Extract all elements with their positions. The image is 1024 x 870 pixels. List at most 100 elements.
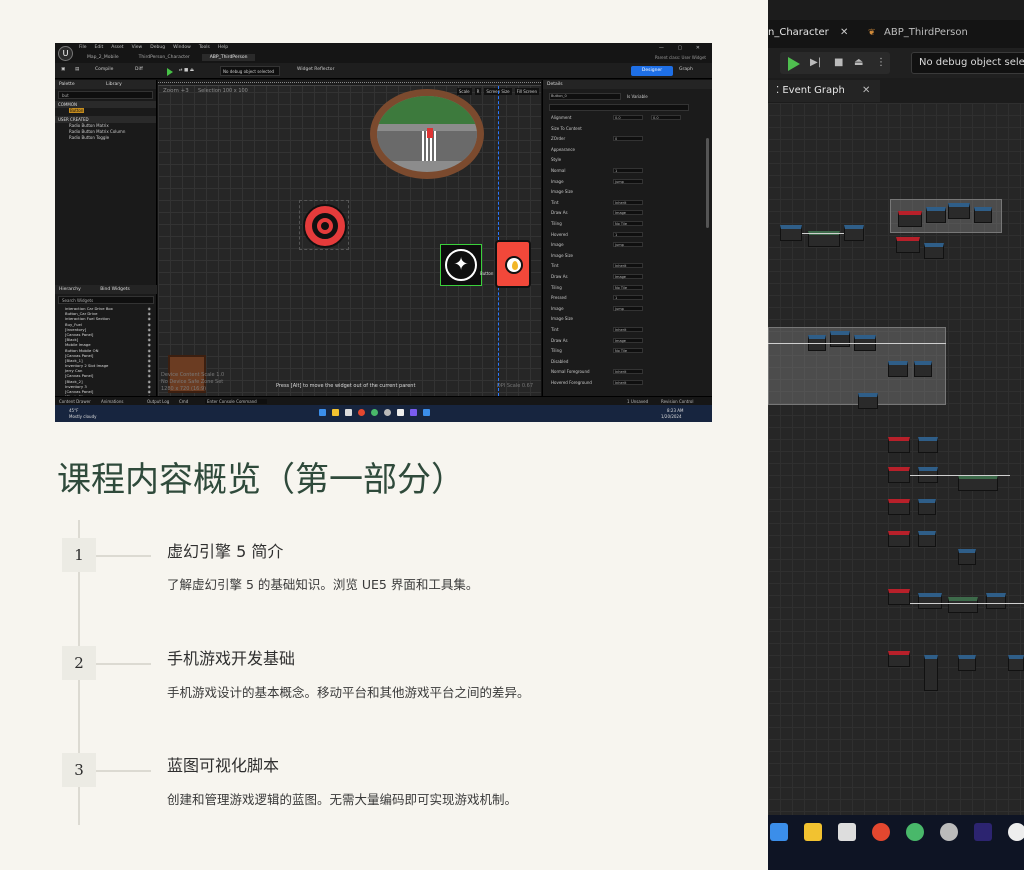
close-icon[interactable]: ✕: [840, 27, 848, 38]
unreal-taskbar-icon[interactable]: [397, 409, 404, 416]
graph-node[interactable]: [844, 225, 864, 241]
debug-object-select-right[interactable]: No debug object select: [911, 52, 1024, 74]
play-icon[interactable]: [788, 57, 800, 71]
menu-tools[interactable]: Tools: [199, 45, 210, 50]
steering-wheel-widget[interactable]: [299, 200, 349, 250]
graph-node[interactable]: [888, 531, 910, 547]
revision-control-button[interactable]: Revision Control: [661, 399, 693, 404]
widget-name-input[interactable]: Button_0: [549, 93, 621, 100]
graph-node[interactable]: [858, 393, 878, 409]
graph-node[interactable]: [974, 207, 992, 223]
details-row-value[interactable]: Image: [613, 337, 643, 343]
graph-node[interactable]: [986, 593, 1006, 609]
details-search-input[interactable]: [549, 104, 689, 111]
browse-icon[interactable]: ▤: [75, 67, 79, 72]
chrome-dev-icon[interactable]: [906, 823, 924, 841]
graph-node[interactable]: [888, 437, 910, 453]
menu-asset[interactable]: Asset: [111, 45, 123, 50]
details-row-value[interactable]: Image: [613, 274, 643, 279]
details-row-value[interactable]: Inherit: [613, 380, 643, 385]
fuel-can-icon[interactable]: [495, 240, 531, 288]
graph-node[interactable]: [830, 331, 850, 347]
graph-node[interactable]: [918, 531, 936, 547]
details-row-value[interactable]: 1: [613, 168, 643, 173]
details-row-value[interactable]: jump: [613, 178, 643, 184]
app-icon[interactable]: [940, 823, 958, 841]
compile-button[interactable]: Compile: [95, 67, 113, 72]
step-icons[interactable]: ⏯ ■ ⏏: [179, 67, 194, 73]
debug-object-select[interactable]: No debug object selected: [220, 66, 280, 76]
graph-button[interactable]: Graph: [679, 67, 693, 72]
graph-node[interactable]: [888, 361, 908, 377]
hierarchy-search-input[interactable]: Search Widgets: [58, 296, 154, 304]
menu-edit[interactable]: Edit: [95, 45, 104, 50]
bind-widgets-tab[interactable]: Bind Widgets: [100, 287, 130, 292]
graph-node[interactable]: [1008, 655, 1024, 671]
graph-node[interactable]: [948, 203, 970, 219]
graph-node[interactable]: [958, 475, 998, 491]
save-icon[interactable]: ▣: [61, 67, 65, 72]
details-row-value[interactable]: Image: [613, 210, 643, 216]
store-icon[interactable]: [345, 409, 352, 416]
tab-map[interactable]: Map_2_Mobile: [79, 54, 127, 61]
app2-icon[interactable]: [423, 409, 430, 416]
step-icon[interactable]: ▶|: [810, 57, 821, 68]
explorer-icon[interactable]: [804, 823, 822, 841]
tab-character[interactable]: n_Character: [768, 27, 829, 38]
graph-node[interactable]: [948, 597, 978, 613]
content-drawer-button[interactable]: Content Drawer: [59, 399, 91, 404]
details-row-value[interactable]: Inherit: [613, 327, 643, 332]
graph-node[interactable]: [898, 211, 922, 227]
cmd-select[interactable]: Cmd: [179, 399, 188, 404]
details-row-value[interactable]: No Tile: [613, 221, 643, 226]
more-icon[interactable]: ⋮: [876, 57, 886, 68]
details-row-value[interactable]: jump: [613, 305, 643, 311]
palette-item-button[interactable]: Button: [55, 108, 156, 114]
output-log-button[interactable]: Output Log: [147, 399, 169, 404]
section-common[interactable]: COMMON: [55, 101, 156, 108]
is-variable-checkbox[interactable]: Is Variable: [627, 94, 648, 99]
graph-node[interactable]: [888, 499, 910, 515]
details-row-value[interactable]: No Tile: [613, 284, 643, 290]
details-row-value[interactable]: Inherit: [613, 263, 643, 269]
hierarchy-title[interactable]: Hierarchy: [59, 287, 81, 292]
graph-node[interactable]: [918, 593, 942, 609]
graph-node[interactable]: [888, 651, 910, 667]
unsaved-indicator[interactable]: 1 Unsaved: [627, 399, 648, 404]
graph-node[interactable]: [914, 361, 932, 377]
close-icon[interactable]: ✕: [862, 85, 870, 96]
r-tool[interactable]: R: [474, 88, 482, 95]
palette-title[interactable]: Palette: [59, 82, 75, 87]
graph-node[interactable]: [924, 655, 938, 691]
console-input[interactable]: Enter Console Command: [205, 399, 267, 404]
store-icon[interactable]: [838, 823, 856, 841]
fill-screen-select[interactable]: Fill Screen: [514, 88, 539, 95]
chrome-dev-icon[interactable]: [371, 409, 378, 416]
graph-node[interactable]: [888, 589, 910, 605]
graph-node[interactable]: [918, 499, 936, 515]
details-header[interactable]: Details: [543, 80, 712, 89]
premiere-icon[interactable]: [410, 409, 417, 416]
app-icon[interactable]: [384, 409, 391, 416]
tab-abp-thirdperson-right[interactable]: ABP_ThirdPerson: [884, 27, 968, 38]
play-icon[interactable]: [167, 68, 173, 76]
start-icon[interactable]: [770, 823, 788, 841]
chrome-icon[interactable]: [872, 823, 890, 841]
window-controls[interactable]: — ▢ ✕: [659, 45, 706, 51]
start-icon[interactable]: [319, 409, 326, 416]
widget-reflector-button[interactable]: Widget Reflector: [297, 67, 334, 72]
designer-button[interactable]: Designer: [631, 66, 673, 76]
menu-window[interactable]: Window: [173, 45, 191, 50]
menu-help[interactable]: Help: [218, 45, 228, 50]
section-user-created[interactable]: USER CREATED: [55, 116, 156, 123]
chrome-icon[interactable]: [358, 409, 365, 416]
event-graph-canvas[interactable]: [768, 103, 1024, 815]
menu-view[interactable]: View: [132, 45, 143, 50]
details-row-value[interactable]: 0.0: [651, 115, 681, 120]
menu-debug[interactable]: Debug: [150, 45, 165, 50]
animations-button[interactable]: Animations: [101, 399, 123, 404]
mirror-widget[interactable]: [370, 89, 484, 179]
graph-node[interactable]: [780, 225, 802, 241]
graph-node[interactable]: [958, 549, 976, 565]
graph-node[interactable]: [918, 437, 938, 453]
